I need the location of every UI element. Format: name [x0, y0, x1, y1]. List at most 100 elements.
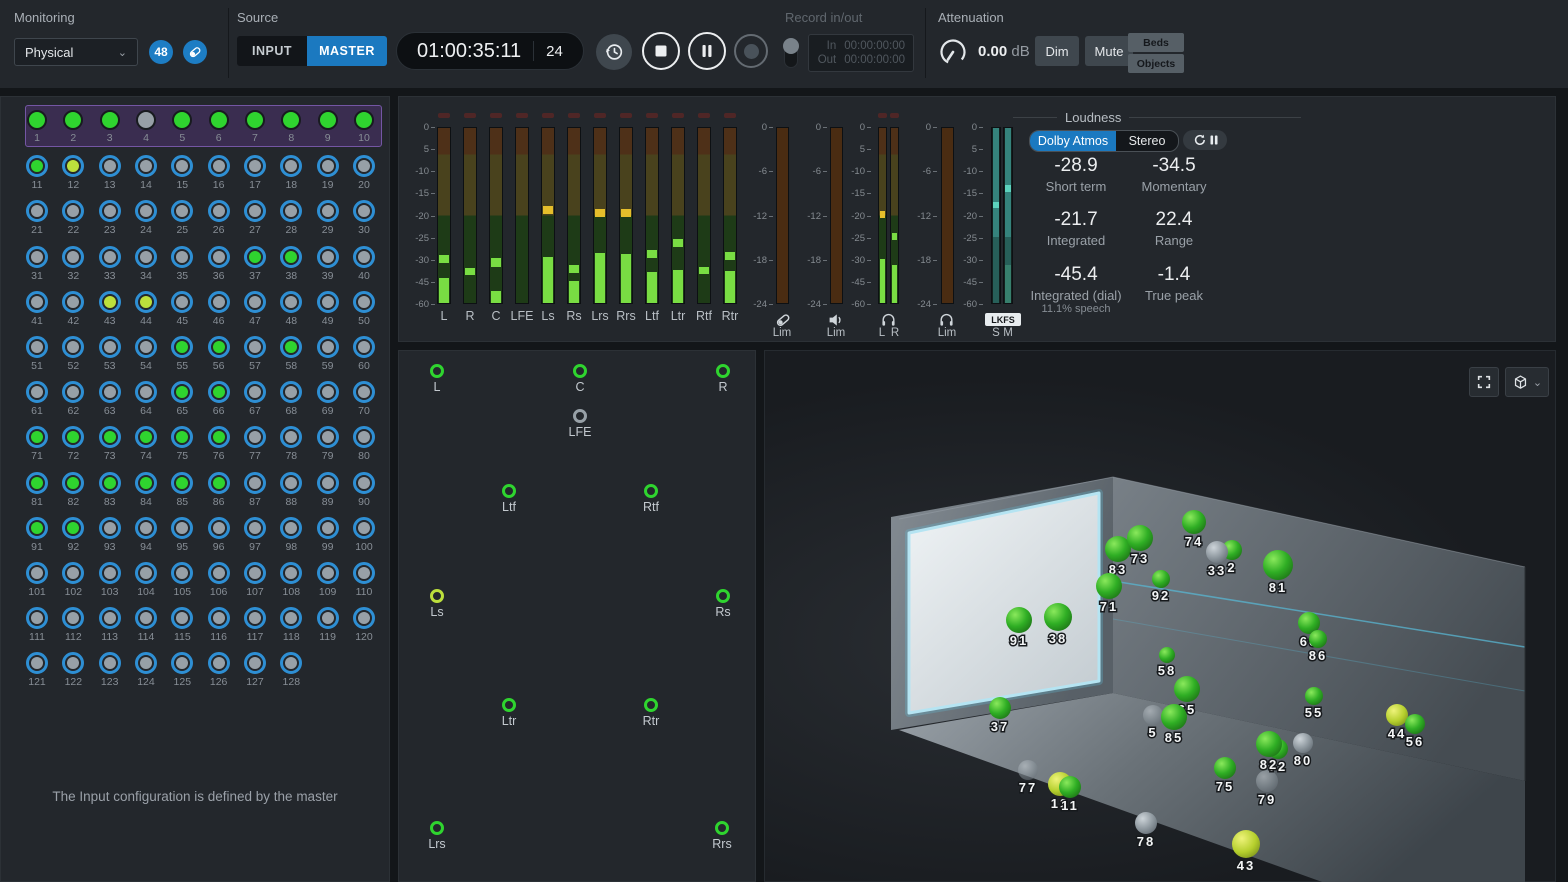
- speaker-ltf[interactable]: [502, 484, 516, 498]
- channel-32[interactable]: 32: [58, 246, 88, 282]
- channel-90[interactable]: 90: [349, 472, 379, 508]
- channel-12[interactable]: 12: [58, 155, 88, 191]
- channel-10[interactable]: 10: [349, 110, 379, 144]
- channel-116[interactable]: 116: [204, 607, 234, 643]
- channel-14[interactable]: 14: [131, 155, 161, 191]
- channel-103[interactable]: 103: [95, 562, 125, 598]
- channel-31[interactable]: 31: [22, 246, 52, 282]
- channel-17[interactable]: 17: [240, 155, 270, 191]
- channel-42[interactable]: 42: [58, 291, 88, 327]
- channel-107[interactable]: 107: [240, 562, 270, 598]
- channel-54[interactable]: 54: [131, 336, 161, 372]
- channel-93[interactable]: 93: [95, 517, 125, 553]
- channel-50[interactable]: 50: [349, 291, 379, 327]
- channel-102[interactable]: 102: [58, 562, 88, 598]
- channel-52[interactable]: 52: [58, 336, 88, 372]
- channel-100[interactable]: 100: [349, 517, 379, 553]
- channel-89[interactable]: 89: [313, 472, 343, 508]
- channel-48[interactable]: 48: [276, 291, 306, 327]
- tab-stereo[interactable]: Stereo: [1116, 131, 1178, 151]
- channel-13[interactable]: 13: [95, 155, 125, 191]
- channel-56[interactable]: 56: [204, 336, 234, 372]
- channel-87[interactable]: 87: [240, 472, 270, 508]
- record-button[interactable]: [734, 34, 768, 68]
- speaker-c[interactable]: [573, 364, 587, 378]
- record-inout-toggle-knob[interactable]: [783, 38, 799, 54]
- speaker-lfe[interactable]: [573, 409, 587, 423]
- channel-20[interactable]: 20: [349, 155, 379, 191]
- pause-loudness-icon[interactable]: [1210, 135, 1218, 145]
- channel-61[interactable]: 61: [22, 381, 52, 417]
- fullscreen-button[interactable]: [1469, 367, 1499, 397]
- channel-25[interactable]: 25: [167, 200, 197, 236]
- channel-39[interactable]: 39: [313, 246, 343, 282]
- channel-24[interactable]: 24: [131, 200, 161, 236]
- channel-26[interactable]: 26: [204, 200, 234, 236]
- channel-19[interactable]: 19: [313, 155, 343, 191]
- channel-49[interactable]: 49: [313, 291, 343, 327]
- channel-60[interactable]: 60: [349, 336, 379, 372]
- channel-117[interactable]: 117: [240, 607, 270, 643]
- channel-109[interactable]: 109: [313, 562, 343, 598]
- source-master-button[interactable]: MASTER: [307, 36, 387, 66]
- channel-94[interactable]: 94: [131, 517, 161, 553]
- speaker-rs[interactable]: [716, 589, 730, 603]
- channel-97[interactable]: 97: [240, 517, 270, 553]
- channel-9[interactable]: 9: [313, 110, 343, 144]
- channel-65[interactable]: 65: [167, 381, 197, 417]
- channel-119[interactable]: 119: [313, 607, 343, 643]
- beds-button[interactable]: Beds: [1128, 33, 1184, 52]
- channel-110[interactable]: 110: [349, 562, 379, 598]
- channel-6[interactable]: 6: [204, 110, 234, 144]
- channel-120[interactable]: 120: [349, 607, 379, 643]
- speaker-lrs[interactable]: [430, 821, 444, 835]
- channel-34[interactable]: 34: [131, 246, 161, 282]
- channel-43[interactable]: 43: [95, 291, 125, 327]
- room-3d-view[interactable]: 8373742338192719138586686556558537771211…: [765, 351, 1557, 882]
- channel-104[interactable]: 104: [131, 562, 161, 598]
- channel-86[interactable]: 86: [204, 472, 234, 508]
- channel-79[interactable]: 79: [313, 426, 343, 462]
- channel-44[interactable]: 44: [131, 291, 161, 327]
- channel-98[interactable]: 98: [276, 517, 306, 553]
- source-input-button[interactable]: INPUT: [237, 36, 307, 66]
- channel-28[interactable]: 28: [276, 200, 306, 236]
- channel-58[interactable]: 58: [276, 336, 306, 372]
- channel-122[interactable]: 122: [58, 652, 88, 688]
- channel-59[interactable]: 59: [313, 336, 343, 372]
- channel-38[interactable]: 38: [276, 246, 306, 282]
- channel-121[interactable]: 121: [22, 652, 52, 688]
- channel-74[interactable]: 74: [131, 426, 161, 462]
- channel-126[interactable]: 126: [204, 652, 234, 688]
- channel-46[interactable]: 46: [204, 291, 234, 327]
- attenuation-knob[interactable]: [938, 37, 968, 67]
- mute-button[interactable]: Mute: [1085, 36, 1133, 66]
- channel-70[interactable]: 70: [349, 381, 379, 417]
- reset-icon[interactable]: [1193, 134, 1205, 146]
- speaker-l[interactable]: [430, 364, 444, 378]
- channel-16[interactable]: 16: [204, 155, 234, 191]
- channel-82[interactable]: 82: [58, 472, 88, 508]
- dim-button[interactable]: Dim: [1035, 36, 1079, 66]
- channel-77[interactable]: 77: [240, 426, 270, 462]
- channel-84[interactable]: 84: [131, 472, 161, 508]
- channel-69[interactable]: 69: [313, 381, 343, 417]
- channel-118[interactable]: 118: [276, 607, 306, 643]
- channel-78[interactable]: 78: [276, 426, 306, 462]
- channel-105[interactable]: 105: [167, 562, 197, 598]
- channel-124[interactable]: 124: [131, 652, 161, 688]
- channel-33[interactable]: 33: [95, 246, 125, 282]
- channel-1[interactable]: 1: [22, 110, 52, 144]
- channel-112[interactable]: 112: [58, 607, 88, 643]
- pause-button[interactable]: [688, 32, 726, 70]
- channel-88[interactable]: 88: [276, 472, 306, 508]
- channel-113[interactable]: 113: [95, 607, 125, 643]
- channel-5[interactable]: 5: [167, 110, 197, 144]
- channel-18[interactable]: 18: [276, 155, 306, 191]
- channel-95[interactable]: 95: [167, 517, 197, 553]
- view-mode-button[interactable]: ⌄: [1505, 367, 1549, 397]
- channel-29[interactable]: 29: [313, 200, 343, 236]
- return-to-start-button[interactable]: [596, 34, 632, 70]
- channel-53[interactable]: 53: [95, 336, 125, 372]
- channel-123[interactable]: 123: [95, 652, 125, 688]
